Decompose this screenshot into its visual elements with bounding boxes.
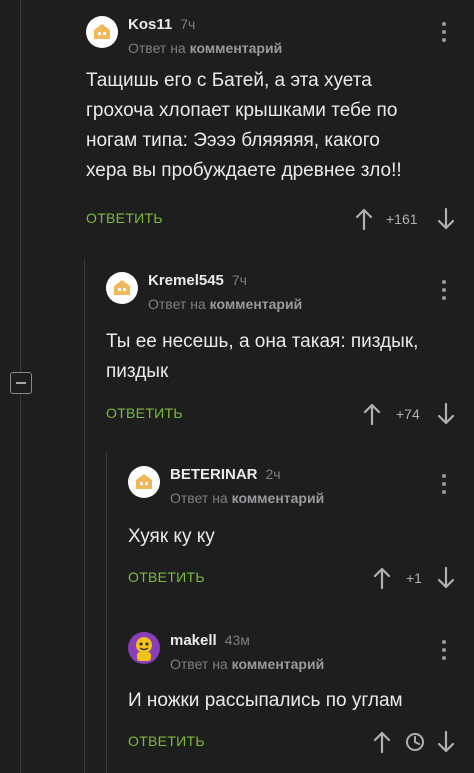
- arrow-down-icon[interactable]: [436, 566, 456, 590]
- username[interactable]: Kremel545: [148, 272, 224, 289]
- arrow-up-icon[interactable]: [372, 566, 392, 590]
- collapse-thread-icon[interactable]: [10, 372, 32, 394]
- more-vertical-icon[interactable]: [440, 640, 448, 662]
- comment-actions: ОТВЕТИТЬ +161: [86, 207, 474, 233]
- comment-actions: ОТВЕТИТЬ +74: [106, 402, 474, 428]
- username[interactable]: makell: [170, 632, 217, 649]
- comment-meta: BETERINAR 2ч Ответ на комментарий: [170, 466, 324, 506]
- reply-label: Ответ на комментарий: [170, 490, 324, 506]
- comment-text-line: пиздык: [106, 361, 169, 382]
- comment-meta: makell 43м Ответ на комментарий: [170, 632, 324, 672]
- timestamp[interactable]: 7ч: [232, 272, 247, 288]
- username[interactable]: BETERINAR: [170, 466, 258, 483]
- reply-target-link[interactable]: комментарий: [232, 490, 325, 506]
- timestamp[interactable]: 43м: [225, 632, 250, 648]
- reply-button[interactable]: ОТВЕТИТЬ: [86, 210, 163, 226]
- arrow-up-icon[interactable]: [372, 730, 392, 754]
- comment-text-line: ногам типа: Ээээ бляяяяя, какого: [86, 130, 380, 151]
- comment-actions: ОТВЕТИТЬ: [128, 730, 474, 756]
- comment-text-line: Тащишь его с Батей, а эта хуета: [86, 70, 372, 91]
- reply-label: Ответ на комментарий: [148, 296, 302, 312]
- reply-target-link[interactable]: комментарий: [210, 296, 303, 312]
- arrow-down-icon[interactable]: [436, 730, 456, 754]
- comment-text-line: хера вы пробуждаете древнее зло!!: [86, 160, 402, 181]
- avatar-default-icon-glyph: [114, 280, 130, 295]
- reply-label: Ответ на комментарий: [128, 40, 282, 56]
- reply-target-link[interactable]: комментарий: [190, 40, 283, 56]
- comment-meta: Kos11 7ч Ответ на комментарий: [128, 16, 282, 56]
- arrow-down-icon[interactable]: [436, 402, 456, 426]
- more-vertical-icon[interactable]: [440, 22, 448, 44]
- arrow-up-icon[interactable]: [354, 207, 374, 231]
- rating: +74: [396, 406, 420, 422]
- comment-text: Ты ее несешь, а она такая: пиздык, пизды…: [106, 327, 418, 387]
- avatar-default-icon[interactable]: [86, 16, 118, 48]
- comment-text-line: Ты ее несешь, а она такая: пиздык,: [106, 331, 419, 352]
- comment-text: Тащишь его с Батей, а эта хуета грохоча …: [86, 66, 402, 186]
- reply-button[interactable]: ОТВЕТИТЬ: [128, 733, 205, 749]
- more-vertical-icon[interactable]: [440, 474, 448, 496]
- comment-text-line: грохоча хлопает крышками тебе по: [86, 100, 398, 121]
- timestamp[interactable]: 7ч: [180, 16, 195, 32]
- comment-text: И ножки рассыпались по углам: [128, 686, 403, 716]
- arrow-down-icon[interactable]: [436, 207, 456, 231]
- rating: +1: [406, 570, 422, 586]
- reply-target-link[interactable]: комментарий: [232, 656, 325, 672]
- avatar-user-icon[interactable]: [128, 632, 160, 664]
- reply-button[interactable]: ОТВЕТИТЬ: [128, 569, 205, 585]
- rating: +161: [386, 211, 418, 227]
- reply-prefix: Ответ на: [148, 296, 206, 312]
- reply-button[interactable]: ОТВЕТИТЬ: [106, 405, 183, 421]
- username[interactable]: Kos11: [128, 16, 172, 33]
- more-vertical-icon[interactable]: [440, 280, 448, 302]
- timestamp[interactable]: 2ч: [266, 466, 281, 482]
- clock-icon: [406, 733, 424, 751]
- arrow-up-icon[interactable]: [362, 402, 382, 426]
- avatar-default-icon[interactable]: [106, 272, 138, 304]
- reply-prefix: Ответ на: [128, 40, 186, 56]
- comment-text-line: И ножки рассыпались по углам: [128, 690, 403, 711]
- thread-line-level2: [106, 452, 107, 773]
- avatar-default-icon-glyph: [94, 24, 110, 39]
- comment-text-line: Хуяк ку ку: [128, 526, 215, 547]
- comment-text: Хуяк ку ку: [128, 522, 215, 552]
- reply-prefix: Ответ на: [170, 490, 228, 506]
- avatar-user-icon-glyph: [136, 637, 152, 661]
- comment-meta: Kremel545 7ч Ответ на комментарий: [148, 272, 302, 312]
- reply-label: Ответ на комментарий: [170, 656, 324, 672]
- reply-prefix: Ответ на: [170, 656, 228, 672]
- thread-line-level1: [84, 258, 85, 773]
- avatar-default-icon-glyph: [136, 474, 152, 489]
- comment-actions: ОТВЕТИТЬ +1: [128, 566, 474, 592]
- avatar-default-icon[interactable]: [128, 466, 160, 498]
